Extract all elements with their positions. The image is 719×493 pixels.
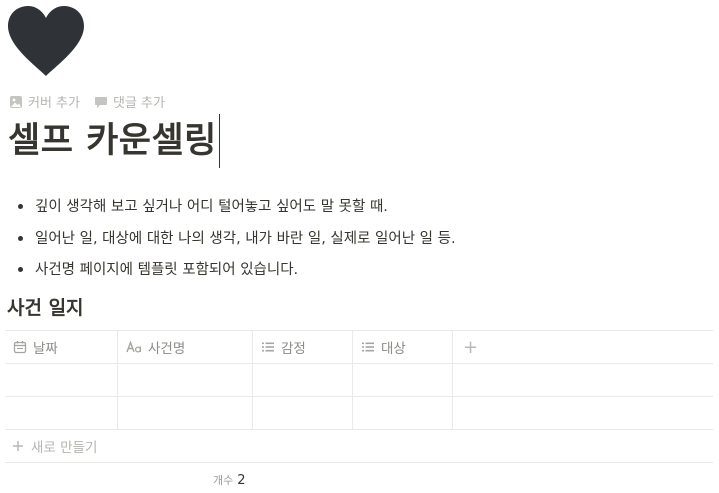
table-cell-name[interactable]: [118, 364, 253, 396]
table-cell-emotion[interactable]: [253, 397, 353, 429]
add-comment-button[interactable]: 댓글 추가: [94, 92, 165, 111]
new-row-button[interactable]: 새로 만들기: [5, 430, 713, 463]
new-row-label: 새로 만들기: [31, 440, 98, 456]
column-header-date[interactable]: 날짜: [5, 331, 118, 363]
bullet-dot: [18, 267, 23, 272]
page-title-text[interactable]: 셀프 카운셀링: [8, 112, 217, 170]
image-icon: [10, 95, 22, 108]
add-column-button[interactable]: +: [453, 331, 713, 363]
column-label: 대상: [381, 341, 406, 357]
column-label: 감정: [281, 341, 306, 357]
add-comment-label: 댓글 추가: [112, 96, 165, 111]
table-cell-empty: [453, 364, 713, 396]
plus-icon: [13, 441, 23, 451]
table-row[interactable]: [5, 364, 713, 397]
page-controls: 커버 추가 댓글 추가: [9, 92, 165, 111]
table-cell-empty: [453, 397, 713, 429]
bullet-dot: [18, 204, 23, 209]
list-icon: [362, 342, 374, 352]
add-cover-button[interactable]: 커버 추가: [9, 92, 80, 111]
bullet-item[interactable]: 사건명 페이지에 템플릿 포함되어 있습니다.: [0, 258, 456, 290]
row-count[interactable]: 개수 2: [213, 472, 246, 488]
table-cell-target[interactable]: [353, 397, 453, 429]
count-value: 2: [237, 473, 246, 488]
heart-icon[interactable]: [6, 4, 86, 78]
plus-icon: +: [463, 336, 479, 358]
table-cell-target[interactable]: [353, 364, 453, 396]
calendar-icon: [13, 341, 27, 354]
table-cell-date[interactable]: [5, 397, 118, 429]
table-cell-name[interactable]: [118, 397, 253, 429]
database-table: 날짜 사건명 감정 대상 + 새로 만들기: [5, 330, 713, 463]
column-header-name[interactable]: 사건명: [118, 331, 253, 363]
text-cursor: [218, 114, 221, 168]
add-cover-label: 커버 추가: [28, 96, 80, 111]
table-cell-date[interactable]: [5, 364, 118, 396]
column-header-target[interactable]: 대상: [353, 331, 453, 363]
table-cell-emotion[interactable]: [253, 364, 353, 396]
table-header: 날짜 사건명 감정 대상 +: [5, 330, 713, 364]
bullet-list: 깊이 생각해 보고 싶거나 어디 털어놓고 싶어도 말 못할 때. 일어난 일,…: [0, 195, 456, 290]
table-row[interactable]: [5, 397, 713, 430]
comment-icon: [94, 96, 107, 108]
database-title[interactable]: 사건 일지: [7, 294, 84, 322]
list-icon: [262, 342, 274, 352]
text-aa-icon: [126, 341, 142, 353]
column-label: 날짜: [33, 341, 58, 357]
bullet-item[interactable]: 일어난 일, 대상에 대한 나의 생각, 내가 바란 일, 실제로 일어난 일 …: [0, 227, 456, 259]
column-label: 사건명: [148, 341, 186, 357]
bullet-dot: [18, 235, 23, 241]
count-label: 개수: [213, 474, 234, 487]
bullet-item[interactable]: 깊이 생각해 보고 싶거나 어디 털어놓고 싶어도 말 못할 때.: [0, 195, 456, 227]
page-title[interactable]: 셀프 카운셀링: [8, 112, 221, 170]
column-header-emotion[interactable]: 감정: [253, 331, 353, 363]
